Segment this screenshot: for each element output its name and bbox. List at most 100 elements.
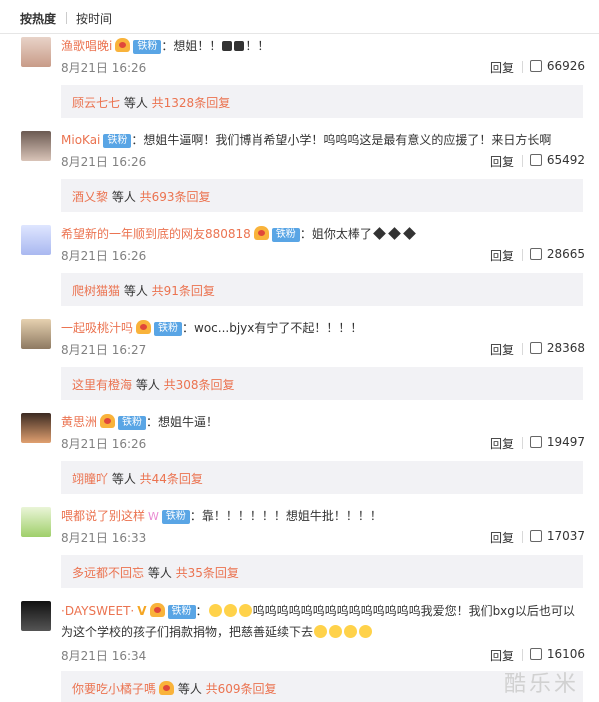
like-count: 16106 bbox=[546, 647, 585, 661]
sub-reply-count[interactable]: 共609条回复 bbox=[206, 682, 277, 696]
thumbs-up-icon bbox=[529, 530, 542, 542]
sub-reply-user[interactable]: 顾云七七 bbox=[72, 96, 120, 110]
divider bbox=[66, 12, 67, 24]
sub-reply-summary[interactable]: 酒乂黎 等人 共693条回复 bbox=[61, 179, 583, 212]
thumbs-up-icon bbox=[529, 154, 542, 166]
tab-sort-hot[interactable]: 按热度 bbox=[20, 10, 56, 27]
like-button[interactable]: 16106 bbox=[529, 647, 585, 661]
fan-badge: 铁粉 bbox=[118, 416, 147, 430]
username-link[interactable]: ·DAYSWEET· bbox=[61, 604, 134, 618]
sub-reply-summary[interactable]: 顾云七七 等人 共1328条回复 bbox=[61, 85, 583, 118]
watermark: 酷乐米 bbox=[503, 672, 579, 697]
timestamp: 8月21日 16:33 bbox=[61, 531, 147, 545]
avatar[interactable] bbox=[21, 131, 51, 161]
username-link[interactable]: 黄思洲 bbox=[61, 415, 97, 429]
sub-reply-summary[interactable]: 翊瞳吖 等人 共44条回复 bbox=[61, 461, 583, 494]
crying-emoji-icon bbox=[344, 625, 358, 638]
sub-reply-count[interactable]: 共91条回复 bbox=[152, 284, 215, 298]
like-button[interactable]: 28368 bbox=[529, 341, 585, 355]
timestamp: 8月21日 16:27 bbox=[61, 343, 147, 357]
reply-button[interactable]: 回复 bbox=[490, 59, 514, 76]
avatar[interactable] bbox=[21, 507, 51, 537]
wing-icon: W bbox=[148, 510, 159, 523]
sub-reply-count[interactable]: 共308条回复 bbox=[164, 378, 235, 392]
username-link[interactable]: MioKai bbox=[61, 133, 100, 147]
thumbs-up-icon bbox=[529, 342, 542, 354]
comment-text: ：姐你太棒了 bbox=[299, 227, 372, 241]
comment-text: ：想姐！！ bbox=[161, 39, 222, 53]
username-link[interactable]: 一起吸桃汁吗 bbox=[61, 321, 133, 335]
username-link[interactable]: 喂都说了别这样 bbox=[61, 509, 145, 523]
comment-meta: 8月21日 16:33 回复 17037 bbox=[61, 529, 585, 545]
comment-text-line: 黄思洲 铁粉 ：想姐牛逼！ bbox=[61, 413, 585, 432]
sub-reply-user[interactable]: 酒乂黎 bbox=[72, 190, 108, 204]
sub-reply-user[interactable]: 这里有橙海 bbox=[72, 378, 132, 392]
pointing-hand-icon bbox=[387, 227, 401, 240]
crying-emoji-icon bbox=[359, 625, 373, 638]
reply-button[interactable]: 回复 bbox=[490, 529, 514, 546]
comment-text: ：想姐牛逼啊！我们博肖希望小学！呜呜呜这是最有意义的应援了！来日方长啊 bbox=[131, 133, 552, 147]
thumbs-up-icon bbox=[529, 60, 542, 72]
sub-reply-count[interactable]: 共35条回复 bbox=[176, 566, 239, 580]
like-button[interactable]: 65492 bbox=[529, 153, 585, 167]
comment-text-line: ·DAYSWEET· V 铁粉：呜呜呜呜呜呜呜呜呜呜呜呜呜呜我爱您！我们bxg以后也… bbox=[61, 603, 575, 639]
reply-button[interactable]: 回复 bbox=[490, 247, 514, 264]
username-link[interactable]: 渔歌唱晚i bbox=[61, 39, 112, 53]
sub-reply-count[interactable]: 共693条回复 bbox=[140, 190, 211, 204]
like-count: 28665 bbox=[546, 247, 585, 261]
divider bbox=[522, 155, 523, 167]
divider bbox=[522, 343, 523, 355]
sub-reply-count[interactable]: 共44条回复 bbox=[140, 472, 203, 486]
avatar[interactable] bbox=[21, 601, 51, 631]
like-button[interactable]: 66926 bbox=[529, 59, 585, 73]
comment-text-line: MioKai 铁粉 ：想姐牛逼啊！我们博肖希望小学！呜呜呜这是最有意义的应援了！来日… bbox=[61, 131, 585, 150]
reply-button[interactable]: 回复 bbox=[490, 341, 514, 358]
avatar[interactable] bbox=[21, 413, 51, 443]
like-count: 66926 bbox=[546, 59, 585, 73]
timestamp: 8月21日 16:26 bbox=[61, 249, 147, 263]
like-button[interactable]: 28665 bbox=[529, 247, 585, 261]
sub-reply-summary[interactable]: 多远都不回忘 等人 共35条回复 bbox=[61, 555, 583, 588]
fan-badge: 铁粉 bbox=[154, 322, 183, 336]
comment-meta: 8月21日 16:27 回复 28368 bbox=[61, 341, 585, 357]
comment-meta: 8月21日 16:26 回复 19497 bbox=[61, 435, 585, 451]
avatar[interactable] bbox=[21, 225, 51, 255]
vip-icon bbox=[136, 320, 152, 334]
divider bbox=[522, 249, 523, 261]
vip-icon bbox=[159, 681, 175, 695]
sub-reply-summary[interactable]: 这里有橙海 等人 共308条回复 bbox=[61, 367, 583, 400]
thumbs-up-emoji-icon bbox=[223, 604, 237, 617]
sub-reply-user[interactable]: 爬树猫猫 bbox=[72, 284, 120, 298]
thumbs-up-icon bbox=[529, 436, 542, 448]
avatar[interactable] bbox=[21, 319, 51, 349]
sub-reply-count[interactable]: 共1328条回复 bbox=[152, 96, 231, 110]
sub-reply-user[interactable]: 你要吃小橘子嗎 bbox=[72, 682, 156, 696]
like-button[interactable]: 19497 bbox=[529, 435, 585, 449]
comment-meta: 8月21日 16:26 回复 65492 bbox=[61, 153, 585, 169]
sub-reply-summary[interactable]: 爬树猫猫 等人 共91条回复 bbox=[61, 273, 583, 306]
divider bbox=[522, 437, 523, 449]
like-button[interactable]: 17037 bbox=[529, 529, 585, 543]
reply-button[interactable]: 回复 bbox=[490, 435, 514, 452]
vip-icon bbox=[115, 38, 131, 52]
verified-icon: V bbox=[137, 604, 147, 618]
sort-bar: 按热度 按时间 bbox=[0, 0, 599, 34]
comment-text-tail: ！！ bbox=[245, 39, 270, 53]
thumbs-up-emoji-icon bbox=[208, 604, 222, 617]
sub-reply-user[interactable]: 多远都不回忘 bbox=[72, 566, 144, 580]
vip-icon bbox=[253, 226, 269, 240]
timestamp: 8月21日 16:34 bbox=[61, 649, 147, 663]
comment-meta: 8月21日 16:34 回复 16106 bbox=[61, 647, 585, 663]
vip-icon bbox=[149, 603, 165, 617]
comment-text-line: 一起吸桃汁吗 铁粉 ：woc...bjyx有宁了不起！！！！ bbox=[61, 319, 585, 338]
sub-reply-user[interactable]: 翊瞳吖 bbox=[72, 472, 108, 486]
avatar[interactable] bbox=[21, 37, 51, 67]
crying-emoji-icon bbox=[314, 625, 328, 638]
comment-meta: 8月21日 16:26 回复 28665 bbox=[61, 247, 585, 263]
tab-sort-time[interactable]: 按时间 bbox=[76, 10, 112, 27]
reply-button[interactable]: 回复 bbox=[490, 647, 514, 664]
reply-button[interactable]: 回复 bbox=[490, 153, 514, 170]
username-link[interactable]: 希望新的一年顺到底的网友880818 bbox=[61, 227, 251, 241]
divider bbox=[522, 61, 523, 73]
timestamp: 8月21日 16:26 bbox=[61, 61, 147, 75]
